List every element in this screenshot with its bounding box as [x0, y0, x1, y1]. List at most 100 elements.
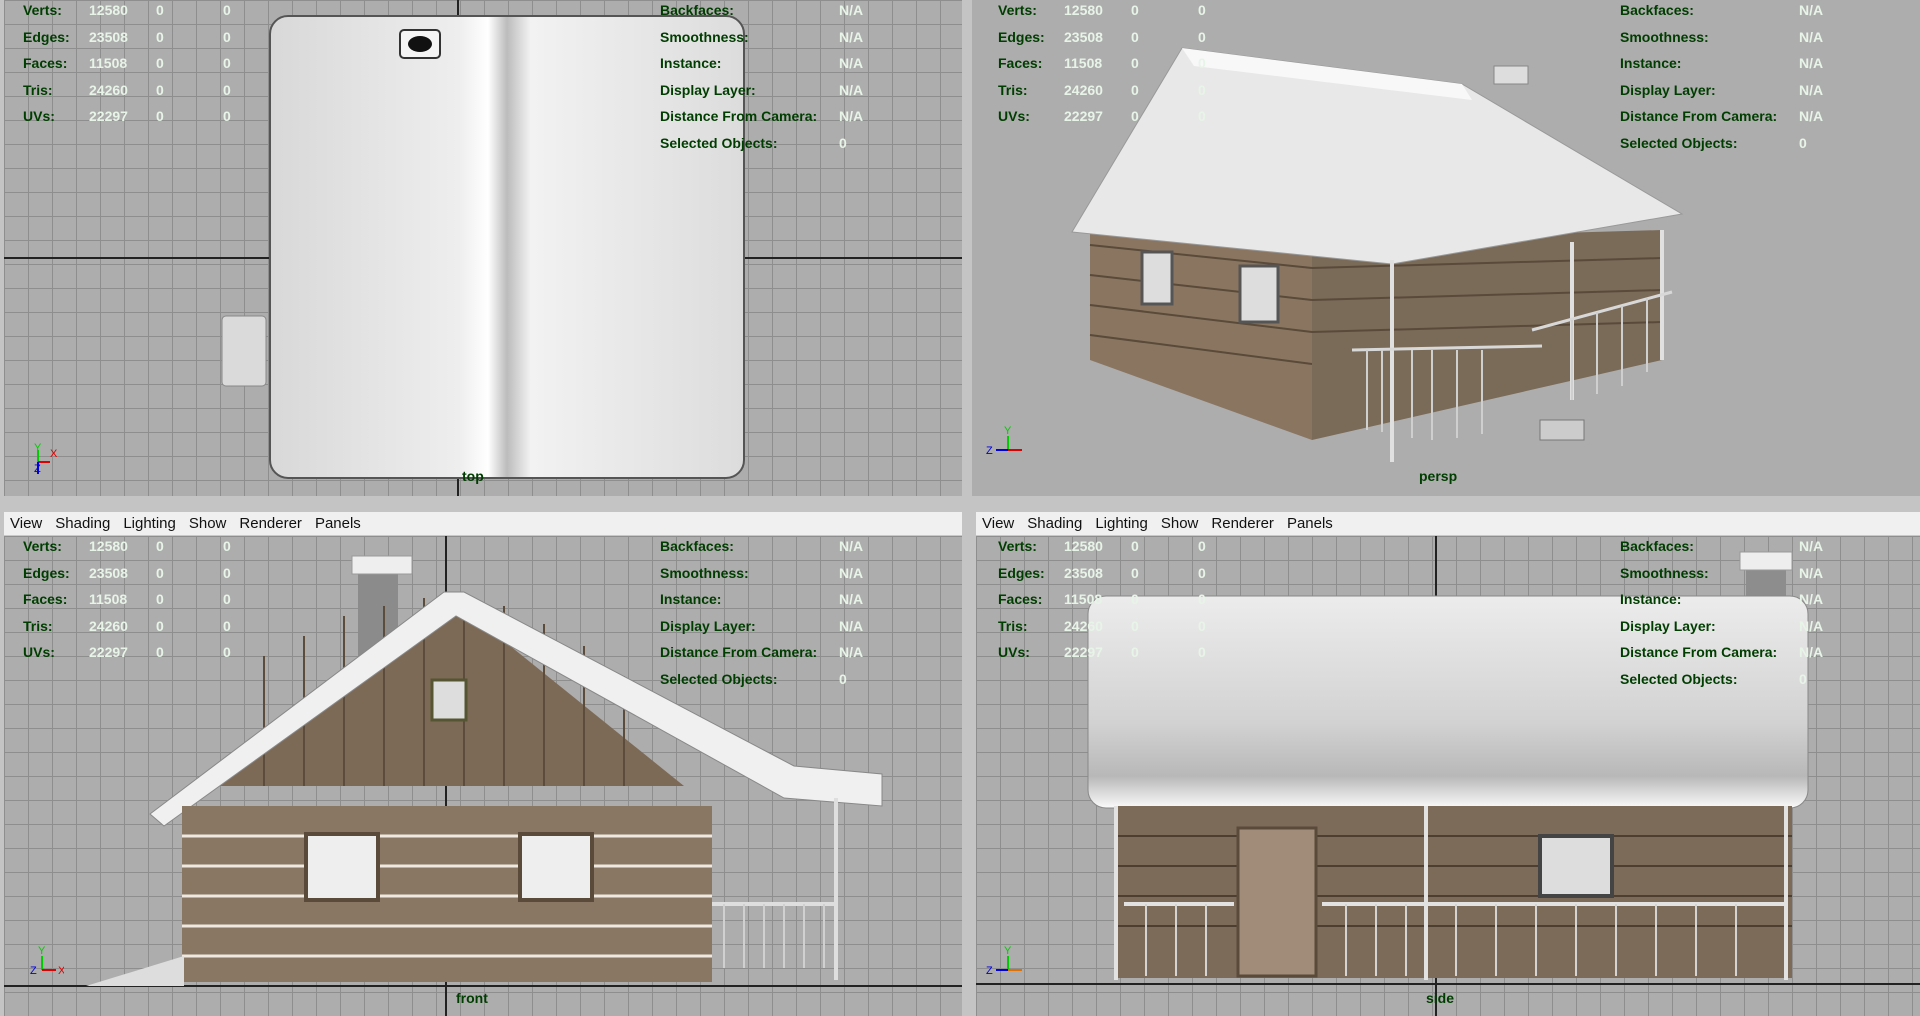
- hud-label: Verts:: [23, 538, 62, 554]
- hud-value: 0: [223, 618, 231, 634]
- hud-label: Backfaces:: [660, 2, 734, 18]
- hud-value: 0: [1131, 2, 1139, 18]
- hud-label: Selected Objects:: [660, 135, 778, 151]
- hud-label: Distance From Camera:: [660, 108, 818, 124]
- hud-value: 0: [223, 565, 231, 581]
- hud-label: Backfaces:: [1620, 538, 1694, 554]
- menu-show[interactable]: Show: [1161, 515, 1199, 532]
- hud-value: N/A: [1799, 2, 1824, 18]
- menu-panels[interactable]: Panels: [315, 515, 361, 532]
- hud-label: Edges:: [998, 29, 1045, 45]
- axis-label: Y: [1004, 425, 1012, 437]
- camera-label-front: front: [456, 990, 488, 1006]
- menu-lighting[interactable]: Lighting: [1095, 515, 1148, 532]
- menu-shading[interactable]: Shading: [55, 515, 110, 532]
- viewport-persp[interactable]: Verts: 12580 0 0 Edges: 23508 0 0 Faces: 11508 0…: [972, 0, 1920, 496]
- hud-value: 24260: [89, 618, 128, 634]
- menu-view[interactable]: View: [10, 515, 42, 532]
- hud-label: Verts:: [23, 2, 62, 18]
- viewport-side[interactable]: Verts: 12580 0 0 Edges: 23508 0 0 Faces: 11508 0…: [976, 536, 1920, 1016]
- hud-label: UVs:: [23, 644, 55, 660]
- menu-renderer[interactable]: Renderer: [239, 515, 302, 532]
- hud-value: 0: [156, 29, 164, 45]
- hud-value: 0: [156, 618, 164, 634]
- axis-label: Y: [38, 945, 46, 957]
- hud-value: 0: [156, 644, 164, 660]
- hud-label: Display Layer:: [660, 618, 756, 634]
- menu-view[interactable]: View: [982, 515, 1014, 532]
- hud-value: 11508: [89, 591, 128, 607]
- hud-value: 0: [1131, 591, 1139, 607]
- hud-label: Display Layer:: [1620, 618, 1716, 634]
- hud-value: 24260: [1064, 618, 1103, 634]
- hud-value: 22297: [89, 108, 128, 124]
- hud-value: 0: [1131, 618, 1139, 634]
- menu-renderer[interactable]: Renderer: [1211, 515, 1274, 532]
- hud-label: Smoothness:: [660, 29, 749, 45]
- menu-show[interactable]: Show: [189, 515, 227, 532]
- hud-label: Instance:: [660, 591, 722, 607]
- viewport-top[interactable]: Verts: 12580 0 0 Edges: 23508 0 0 Faces: 11508 0…: [4, 0, 962, 496]
- hud-label: Instance:: [1620, 591, 1682, 607]
- hud-label: Smoothness:: [1620, 565, 1709, 581]
- hud-value: 22297: [89, 644, 128, 660]
- top-view-model: [4, 0, 962, 496]
- hud-value: N/A: [839, 565, 864, 581]
- hud-value: 0: [156, 55, 164, 71]
- hud-value: 0: [223, 108, 231, 124]
- hud-value: 0: [223, 591, 231, 607]
- hud-value: 0: [223, 538, 231, 554]
- hud-value: N/A: [839, 538, 864, 554]
- hud-label: UVs:: [23, 108, 55, 124]
- side-view-model: [976, 536, 1920, 1016]
- hud-value: 0: [1198, 82, 1206, 98]
- hud-value: N/A: [1799, 82, 1824, 98]
- hud-value: 12580: [1064, 538, 1103, 554]
- hud-value: 11508: [1064, 55, 1103, 71]
- hud-value: 24260: [89, 82, 128, 98]
- menu-shading[interactable]: Shading: [1027, 515, 1082, 532]
- menu-lighting[interactable]: Lighting: [123, 515, 176, 532]
- hud-value: 0: [1198, 2, 1206, 18]
- front-view-model: [4, 536, 962, 1016]
- hud-value: N/A: [1799, 618, 1824, 634]
- hud-label: Faces:: [998, 55, 1043, 71]
- hud-label: UVs:: [998, 644, 1030, 660]
- hud-value: 0: [1198, 29, 1206, 45]
- hud-value: 22297: [1064, 108, 1103, 124]
- hud-value: 0: [156, 591, 164, 607]
- hud-value: 0: [1131, 29, 1139, 45]
- axis-gizmo-icon: Y X Z: [34, 442, 58, 475]
- menu-panels[interactable]: Panels: [1287, 515, 1333, 532]
- hud-label: Edges:: [998, 565, 1045, 581]
- hud-value: 0: [223, 55, 231, 71]
- hud-label: Tris:: [23, 82, 53, 98]
- hud-value: 0: [1198, 591, 1206, 607]
- axis-gizmo-icon: Y Z X: [986, 425, 1022, 457]
- hud-label: Backfaces:: [1620, 2, 1694, 18]
- hud-value: 0: [1131, 538, 1139, 554]
- hud-value: 0: [156, 565, 164, 581]
- hud-value: 12580: [89, 538, 128, 554]
- hud-value: N/A: [1799, 644, 1824, 660]
- hud-value: 0: [1131, 108, 1139, 124]
- hud-value: N/A: [839, 2, 864, 18]
- axis-gizmo-icon: Y Z X: [986, 945, 1022, 977]
- axis-label: Y: [34, 442, 42, 454]
- hud-value: 0: [1198, 644, 1206, 660]
- hud-value: N/A: [1799, 538, 1824, 554]
- hud-label: Tris:: [998, 82, 1028, 98]
- hud-value: 0: [1198, 55, 1206, 71]
- hud-value: 0: [1198, 108, 1206, 124]
- hud-label: Smoothness:: [1620, 29, 1709, 45]
- hud-label: Backfaces:: [660, 538, 734, 554]
- hud-value: 12580: [89, 2, 128, 18]
- hud-label: Selected Objects:: [1620, 135, 1738, 151]
- hud-label: Edges:: [23, 565, 70, 581]
- viewport-front[interactable]: Verts: 12580 0 0 Edges: 23508 0 0 Faces: 11508 0…: [4, 536, 962, 1016]
- axis-label: X: [50, 448, 58, 460]
- axis-label: Y: [1004, 945, 1012, 957]
- hud-value: 0: [1198, 538, 1206, 554]
- hud-value: 12580: [1064, 2, 1103, 18]
- hud-value: N/A: [1799, 29, 1824, 45]
